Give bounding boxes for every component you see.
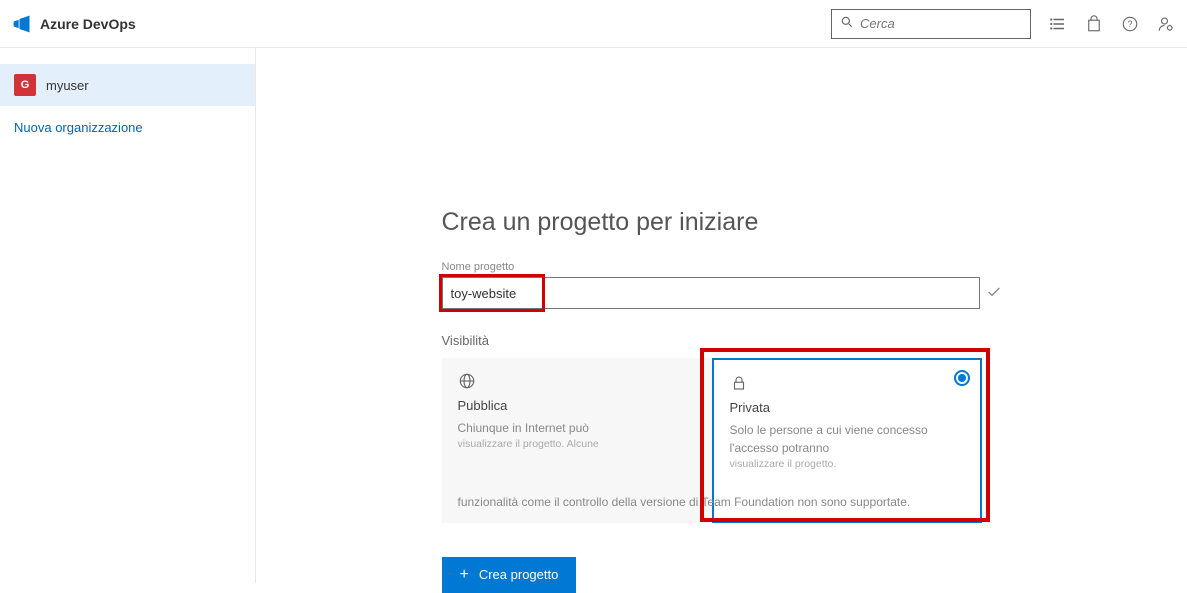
header: Azure DevOps ? [0,0,1187,48]
list-icon[interactable] [1049,15,1067,33]
public-desc: Chiunque in Internet può visualizzare il… [458,419,696,453]
plus-icon: + [460,567,469,583]
private-desc: Solo le persone a cui viene concesso l'a… [730,421,964,473]
project-name-row [442,277,1002,309]
user-settings-icon[interactable] [1157,15,1175,33]
svg-text:?: ? [1127,19,1132,29]
project-name-input[interactable] [442,277,980,309]
create-project-button[interactable]: + Crea progetto [442,557,577,593]
public-desc-line2: visualizzare il progetto. Alcune [458,437,696,453]
search-icon [840,15,854,32]
globe-icon [458,372,696,390]
org-name-label: myuser [46,78,89,93]
public-title: Pubblica [458,398,696,413]
page-title: Crea un progetto per iniziare [442,208,1002,237]
search-input[interactable] [860,16,1022,31]
sidebar-org-item[interactable]: G myuser [0,64,255,106]
search-box[interactable] [831,9,1031,39]
public-desc-line1: Chiunque in Internet può [458,421,589,435]
private-title: Privata [730,400,964,415]
header-left: Azure DevOps [12,14,136,34]
header-right: ? [831,9,1175,39]
create-project-form: Crea un progetto per iniziare Nome proge… [442,208,1002,593]
radio-selected-icon [954,370,970,386]
brand-label: Azure DevOps [40,16,136,32]
org-avatar: G [14,74,36,96]
main: Crea un progetto per iniziare Nome proge… [256,48,1187,583]
help-icon[interactable]: ? [1121,15,1139,33]
public-desc-extra: funzionalità come il controllo della ver… [458,493,958,511]
lock-icon [730,374,964,392]
shopping-bag-icon[interactable] [1085,15,1103,33]
visibility-public-card[interactable]: Pubblica Chiunque in Internet può visual… [442,358,712,523]
visibility-label: Visibilità [442,333,1002,348]
check-icon [986,284,1002,303]
create-button-label: Crea progetto [479,567,559,582]
private-desc-line1: Solo le persone a cui viene concesso l'a… [730,423,928,455]
visibility-options: Pubblica Chiunque in Internet può visual… [442,358,1002,523]
new-organization-link[interactable]: Nuova organizzazione [0,106,255,149]
private-desc-line2: visualizzare il progetto. [730,457,964,473]
sidebar: G myuser Nuova organizzazione [0,48,256,583]
project-name-label: Nome progetto [442,261,1002,273]
azure-devops-logo-icon [12,14,32,34]
body: G myuser Nuova organizzazione Crea un pr… [0,48,1187,583]
